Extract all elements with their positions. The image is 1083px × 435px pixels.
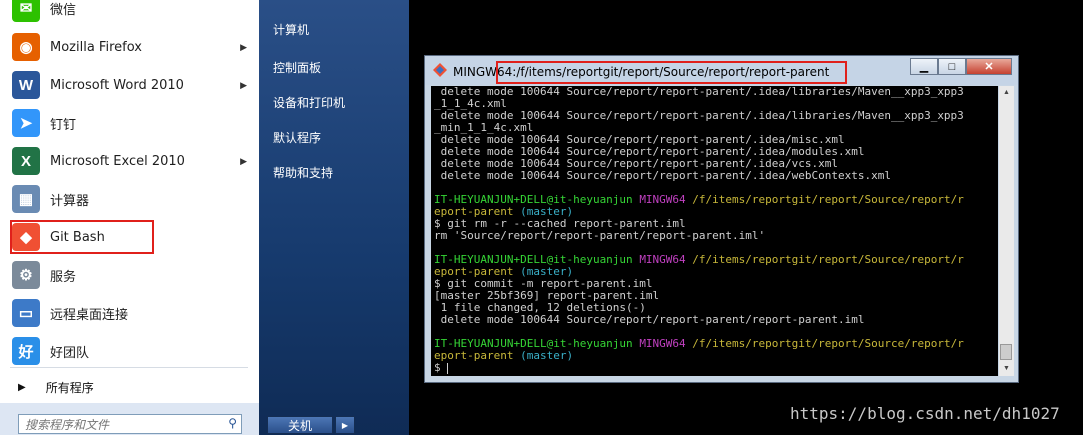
vertical-scrollbar[interactable]: ▲ ▼ bbox=[999, 86, 1014, 376]
right-menu-item[interactable]: 帮助和支持 bbox=[273, 164, 333, 181]
minimize-icon: ▁ bbox=[919, 61, 929, 73]
terminal-segment: $ bbox=[434, 361, 448, 374]
maximize-button[interactable]: □ bbox=[938, 58, 966, 75]
terminal-segment: delete mode 100644 Source/report/report-… bbox=[434, 313, 865, 326]
expand-arrow-icon: ▶ bbox=[18, 381, 26, 393]
program-item[interactable]: ⚙ 服务 bbox=[0, 257, 259, 293]
program-label: Microsoft Word 2010 bbox=[50, 77, 184, 93]
terminal-segment: MINGW64 bbox=[639, 337, 693, 350]
title-path-highlight-box bbox=[496, 61, 847, 84]
program-label: 计算器 bbox=[50, 193, 90, 209]
program-label: 服务 bbox=[50, 269, 77, 285]
close-icon: ✕ bbox=[984, 61, 994, 73]
maximize-icon: □ bbox=[948, 60, 956, 73]
haotuandui-icon: 好 bbox=[12, 337, 40, 365]
scroll-up-arrow-icon[interactable]: ▲ bbox=[999, 86, 1014, 100]
program-item[interactable]: W Microsoft Word 2010 ▶ bbox=[0, 67, 259, 103]
terminal-line: eport-parent (master) bbox=[434, 350, 998, 362]
all-programs-button[interactable]: ▶ 所有程序 bbox=[0, 374, 259, 400]
search-icon[interactable]: ⚲ bbox=[228, 416, 237, 430]
submenu-arrow-icon: ▶ bbox=[240, 41, 247, 52]
menu-separator bbox=[10, 367, 248, 368]
dingtalk-icon: ➤ bbox=[12, 109, 40, 137]
program-label: Microsoft Excel 2010 bbox=[50, 153, 185, 169]
program-item[interactable]: ➤ 钉钉 bbox=[0, 105, 259, 141]
terminal-line: delete mode 100644 Source/report/report-… bbox=[434, 170, 998, 182]
services-gear-icon: ⚙ bbox=[12, 261, 40, 289]
terminal-segment: delete mode 100644 Source/report/report-… bbox=[434, 169, 891, 182]
calculator-icon: ▦ bbox=[12, 185, 40, 213]
program-item[interactable]: X Microsoft Excel 2010 ▶ bbox=[0, 143, 259, 179]
terminal-segment: /f/items/reportgit/report/Source/report/… bbox=[692, 253, 964, 266]
gitbash-highlight-box bbox=[10, 220, 154, 254]
right-menu-item[interactable]: 设备和打印机 bbox=[273, 94, 345, 111]
firefox-icon: ◉ bbox=[12, 33, 40, 61]
right-menu-item[interactable]: 默认程序 bbox=[273, 129, 321, 146]
submenu-arrow-icon: ▶ bbox=[240, 155, 247, 166]
terminal-text: delete mode 100644 Source/report/report-… bbox=[431, 86, 998, 374]
terminal-line: delete mode 100644 Source/report/report-… bbox=[434, 314, 998, 326]
program-label: Mozilla Firefox bbox=[50, 39, 142, 55]
start-menu-right-panel: 计算机控制面板设备和打印机 默认程序帮助和支持 关机 ▶ bbox=[259, 0, 409, 435]
terminal-cursor bbox=[447, 362, 449, 374]
close-button[interactable]: ✕ bbox=[966, 58, 1012, 75]
program-label: 钉钉 bbox=[50, 117, 77, 133]
all-programs-label: 所有程序 bbox=[45, 380, 94, 395]
excel-icon: X bbox=[12, 147, 40, 175]
terminal-output[interactable]: delete mode 100644 Source/report/report-… bbox=[431, 86, 998, 376]
window-title-bar[interactable]: MINGW64:/f/items/reportgit/report/Source… bbox=[425, 56, 1018, 85]
program-item[interactable]: ✉ 微信 bbox=[0, 0, 259, 26]
program-item[interactable]: 好好团队 bbox=[0, 333, 259, 369]
program-item[interactable]: ▭ 远程桌面连接 bbox=[0, 295, 259, 331]
wechat-icon: ✉ bbox=[12, 0, 40, 22]
shutdown-button[interactable]: 关机 bbox=[267, 416, 333, 434]
git-bash-window-icon bbox=[433, 63, 447, 77]
terminal-segment: (master) bbox=[513, 349, 574, 362]
search-input[interactable] bbox=[19, 415, 217, 435]
terminal-line: rm 'Source/report/report-parent/report-p… bbox=[434, 230, 998, 242]
right-menu-item[interactable]: 计算机 bbox=[273, 21, 309, 38]
terminal-line: $ bbox=[434, 362, 998, 374]
terminal-segment: rm 'Source/report/report-parent/report-p… bbox=[434, 229, 766, 242]
search-box[interactable]: ⚲ bbox=[18, 414, 242, 435]
program-label: 远程桌面连接 bbox=[50, 307, 129, 323]
scroll-down-arrow-icon[interactable]: ▼ bbox=[999, 362, 1014, 376]
chevron-right-icon: ▶ bbox=[341, 420, 349, 430]
search-area: ⚲ bbox=[0, 403, 259, 435]
word-icon: W bbox=[12, 71, 40, 99]
program-item[interactable]: ◉ Mozilla Firefox ▶ bbox=[0, 29, 259, 65]
shutdown-options-button[interactable]: ▶ bbox=[335, 416, 355, 434]
terminal-segment: MINGW64 bbox=[639, 193, 693, 206]
git-bash-window: MINGW64:/f/items/reportgit/report/Source… bbox=[424, 55, 1019, 383]
terminal-line: delete mode 100644 Source/report/report-… bbox=[434, 86, 998, 98]
submenu-arrow-icon: ▶ bbox=[240, 79, 247, 90]
program-label: 好团队 bbox=[50, 345, 90, 361]
watermark-url: https://blog.csdn.net/dh1027 bbox=[790, 404, 1060, 423]
terminal-segment: MINGW64 bbox=[639, 253, 693, 266]
remote-desktop-icon: ▭ bbox=[12, 299, 40, 327]
program-item[interactable]: ▦ 计算器 bbox=[0, 181, 259, 217]
start-menu-programs-panel: ✉ 微信 ◉ Mozilla Firefox ▶ W Microsoft Word 2010… bbox=[0, 0, 259, 435]
minimize-button[interactable]: ▁ bbox=[910, 58, 938, 75]
terminal-segment: delete mode 100644 Source/report/report-… bbox=[434, 86, 964, 98]
right-menu-item[interactable]: 控制面板 bbox=[273, 59, 321, 76]
program-label: 微信 bbox=[50, 2, 77, 18]
terminal-segment: /f/items/reportgit/report/Source/report/… bbox=[692, 193, 964, 206]
terminal-segment: /f/items/reportgit/report/Source/report/… bbox=[692, 337, 964, 350]
shutdown-label: 关机 bbox=[287, 418, 312, 433]
scrollbar-thumb[interactable] bbox=[1000, 344, 1012, 360]
